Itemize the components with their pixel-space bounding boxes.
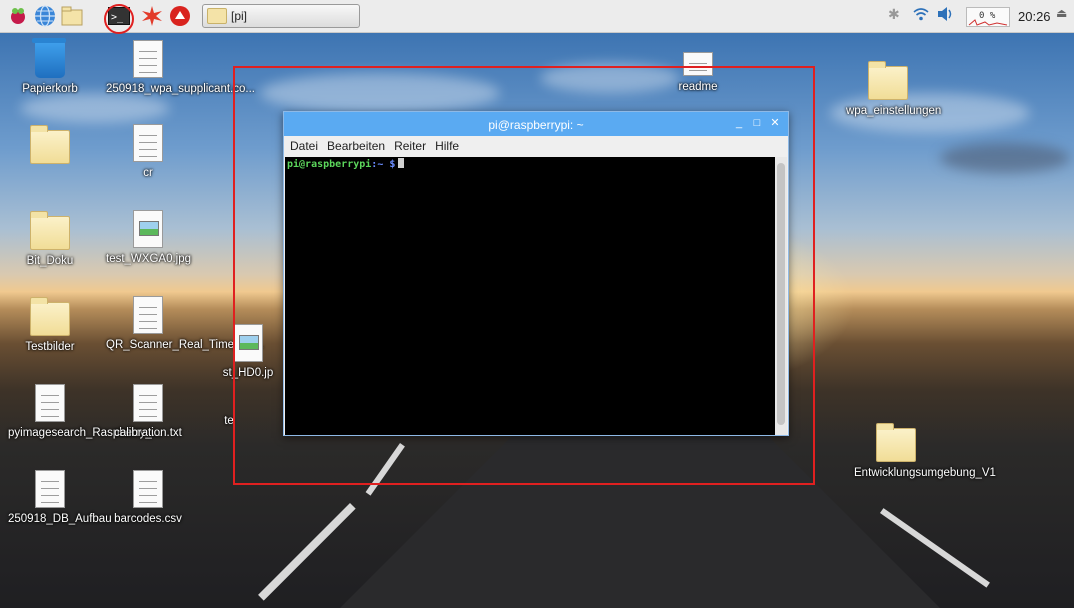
desktop-icon-bit-doku[interactable]: Bit_Doku bbox=[8, 211, 92, 268]
desktop-icon-label: Entwicklungsumgebung_V1 bbox=[854, 467, 996, 479]
prompt-user: pi@raspberrypi bbox=[287, 159, 372, 170]
menu-reiter[interactable]: Reiter bbox=[394, 139, 426, 153]
desktop-icon-pyimagesearch[interactable]: pyimagesearch_Raspberry_... bbox=[8, 384, 161, 440]
text-file-icon bbox=[133, 296, 163, 334]
eject-icon[interactable]: ⏏ bbox=[1056, 6, 1067, 20]
desktop-icon-label: 250918_DB_Aufbau bbox=[8, 513, 112, 525]
desktop-icon-label: barcodes.csv bbox=[114, 513, 182, 525]
image-file-icon bbox=[133, 210, 163, 248]
cpu-monitor[interactable]: 0 % bbox=[966, 7, 1010, 27]
folder-icon bbox=[868, 61, 908, 100]
text-file-icon bbox=[35, 470, 65, 508]
folder-icon bbox=[30, 211, 70, 250]
terminal-titlebar[interactable]: pi@raspberrypi: ~ _ □ ✕ bbox=[284, 112, 788, 136]
bluetooth-icon[interactable]: ✱ bbox=[888, 6, 900, 23]
text-file-icon bbox=[133, 40, 163, 78]
prompt-path: :~ $ bbox=[371, 159, 396, 170]
desktop-icon-wpa-supplicant[interactable]: 250918_wpa_supplicant.co... bbox=[106, 40, 255, 96]
folder-icon bbox=[876, 423, 916, 462]
volume-icon[interactable] bbox=[937, 6, 955, 25]
web-browser-icon[interactable] bbox=[33, 4, 57, 28]
clock[interactable]: 20:26 bbox=[1018, 9, 1051, 24]
desktop-icon-entwicklungsumgebung[interactable]: Entwicklungsumgebung_V1 bbox=[854, 423, 996, 480]
taskbar-window-button[interactable]: [pi] bbox=[202, 4, 360, 28]
desktop-icon-label: wpa_einstellungen bbox=[846, 105, 942, 117]
desktop-icon-db-aufbau[interactable]: 250918_DB_Aufbau bbox=[8, 470, 112, 526]
raspberry-menu-icon[interactable] bbox=[6, 4, 30, 28]
desktop-icon-barcodes[interactable]: barcodes.csv bbox=[106, 470, 190, 526]
menu-hilfe[interactable]: Hilfe bbox=[435, 139, 459, 153]
menu-bearbeiten[interactable]: Bearbeiten bbox=[327, 139, 385, 153]
desktop-icon-label: Papierkorb bbox=[22, 83, 78, 95]
text-file-icon bbox=[133, 124, 163, 162]
folder-icon bbox=[207, 8, 227, 24]
terminal-menubar: Datei Bearbeiten Reiter Hilfe bbox=[284, 136, 788, 156]
file-manager-icon[interactable] bbox=[60, 4, 84, 28]
desktop-icon-label: test_WXGA0.jpg bbox=[106, 253, 192, 265]
desktop-icon-qr-scanner[interactable]: QR_Scanner_Real_Time_RJ... bbox=[106, 296, 264, 352]
desktop-icon-cr[interactable]: cr bbox=[106, 124, 190, 180]
desktop-icon-wpa-einstellungen[interactable]: wpa_einstellungen bbox=[846, 61, 941, 118]
text-file-icon bbox=[133, 384, 163, 422]
maximize-button[interactable]: □ bbox=[750, 116, 764, 130]
trash-icon bbox=[32, 38, 66, 78]
text-file-icon bbox=[133, 470, 163, 508]
menu-datei[interactable]: Datei bbox=[290, 139, 318, 153]
folder-icon bbox=[30, 297, 70, 336]
text-cursor bbox=[398, 158, 405, 168]
terminal-scrollbar[interactable] bbox=[775, 157, 787, 435]
top-panel: >_ [pi] ✱ 0 % 20:26 ⏏ bbox=[0, 0, 1074, 34]
wolfram-icon[interactable] bbox=[168, 4, 192, 28]
desktop-icon-folder[interactable] bbox=[8, 125, 92, 168]
desktop-icon-test-wxga[interactable]: test_WXGA0.jpg bbox=[106, 210, 192, 266]
terminal-highlight-circle bbox=[104, 4, 134, 34]
folder-icon bbox=[30, 125, 70, 164]
wifi-icon[interactable] bbox=[913, 6, 929, 25]
desktop-icon-calibration[interactable]: calibration.txt bbox=[106, 384, 190, 440]
desktop-icon-label: cr bbox=[143, 167, 153, 179]
cpu-usage: 0 % bbox=[979, 11, 996, 21]
math-kernel-icon[interactable] bbox=[140, 4, 164, 28]
scrollbar-thumb[interactable] bbox=[777, 163, 785, 425]
terminal-screen[interactable]: pi@raspberrypi:~ $ bbox=[285, 157, 775, 435]
taskbar-window-label: [pi] bbox=[231, 9, 248, 23]
terminal-title: pi@raspberrypi: ~ bbox=[488, 118, 584, 132]
desktop-icon-testbilder[interactable]: Testbilder bbox=[8, 297, 92, 354]
close-button[interactable]: ✕ bbox=[768, 116, 782, 130]
desktop-icon-label: Testbilder bbox=[25, 341, 75, 353]
desktop-icon-trash[interactable]: Papierkorb bbox=[8, 38, 92, 96]
minimize-button[interactable]: _ bbox=[732, 116, 746, 130]
text-file-icon bbox=[35, 384, 65, 422]
desktop-icon-label: Bit_Doku bbox=[26, 255, 74, 267]
terminal-window[interactable]: pi@raspberrypi: ~ _ □ ✕ Datei Bearbeiten… bbox=[283, 111, 789, 436]
desktop-icon-label: calibration.txt bbox=[114, 427, 182, 439]
